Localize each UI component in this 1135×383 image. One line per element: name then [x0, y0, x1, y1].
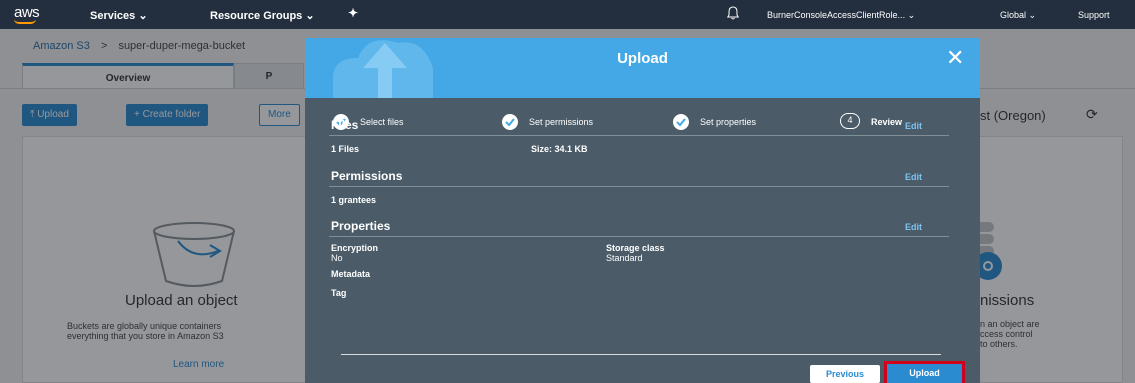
modal-header: Upload ✕ — [305, 38, 980, 98]
step-set-permissions[interactable]: Set permissions — [529, 117, 593, 127]
upload-confirm-button[interactable]: Upload — [884, 361, 965, 383]
properties-divider — [329, 236, 949, 237]
permissions-heading: Permissions — [331, 169, 403, 183]
encryption-value: No — [331, 253, 343, 263]
close-icon[interactable]: ✕ — [946, 47, 964, 69]
step-review[interactable]: Review — [871, 117, 902, 127]
permissions-grantees: 1 grantees — [331, 195, 377, 205]
storage-class-value: Standard — [606, 253, 643, 263]
permissions-edit-link[interactable]: Edit — [905, 172, 922, 182]
tag-label: Tag — [331, 288, 347, 298]
region-label: Global — [1000, 10, 1027, 20]
upload-modal: Upload ✕ Select files Set permissions Se… — [305, 38, 980, 383]
support-menu[interactable]: Support — [1078, 10, 1110, 20]
upload-cloud-icon — [333, 40, 433, 98]
files-divider — [329, 135, 949, 136]
step-number-badge: 4 — [840, 113, 860, 129]
footer-divider — [341, 354, 941, 355]
services-label: Services — [90, 10, 136, 22]
step-check-icon[interactable] — [673, 114, 689, 130]
resource-groups-menu[interactable]: Resource Groups ⌄ — [210, 9, 315, 22]
previous-button[interactable]: Previous — [810, 365, 880, 383]
step-check-icon[interactable] — [502, 114, 518, 130]
services-menu[interactable]: Services ⌄ — [90, 9, 148, 22]
top-nav-bar: aws Services ⌄ Resource Groups ⌄ ✦ Burne… — [0, 0, 1135, 29]
metadata-label: Metadata — [331, 269, 371, 279]
modal-title: Upload — [617, 50, 668, 67]
step-select-files[interactable]: Select files — [360, 117, 404, 127]
chevron-down-icon: ⌄ — [1028, 10, 1037, 20]
chevron-down-icon: ⌄ — [305, 10, 315, 22]
aws-logo-smile — [14, 19, 36, 24]
resource-groups-label: Resource Groups — [210, 10, 303, 22]
properties-edit-link[interactable]: Edit — [905, 222, 922, 232]
properties-heading: Properties — [331, 219, 391, 233]
bell-icon[interactable] — [726, 6, 740, 23]
account-label: BurnerConsoleAccessClientRole... — [767, 10, 906, 20]
files-edit-link[interactable]: Edit — [905, 121, 922, 131]
encryption-label: Encryption — [331, 243, 379, 253]
region-menu[interactable]: Global ⌄ — [1000, 10, 1036, 21]
account-menu[interactable]: BurnerConsoleAccessClientRole... ⌄ — [767, 10, 915, 21]
files-count: 1 Files — [331, 144, 360, 154]
chevron-down-icon: ⌄ — [138, 10, 148, 22]
storage-class-label: Storage class — [606, 243, 665, 253]
files-heading: Files — [331, 118, 359, 132]
pin-icon[interactable]: ✦ — [348, 6, 358, 20]
step-set-properties[interactable]: Set properties — [700, 117, 756, 127]
permissions-divider — [329, 186, 949, 187]
chevron-down-icon: ⌄ — [907, 10, 916, 20]
files-size: Size: 34.1 KB — [531, 144, 588, 154]
